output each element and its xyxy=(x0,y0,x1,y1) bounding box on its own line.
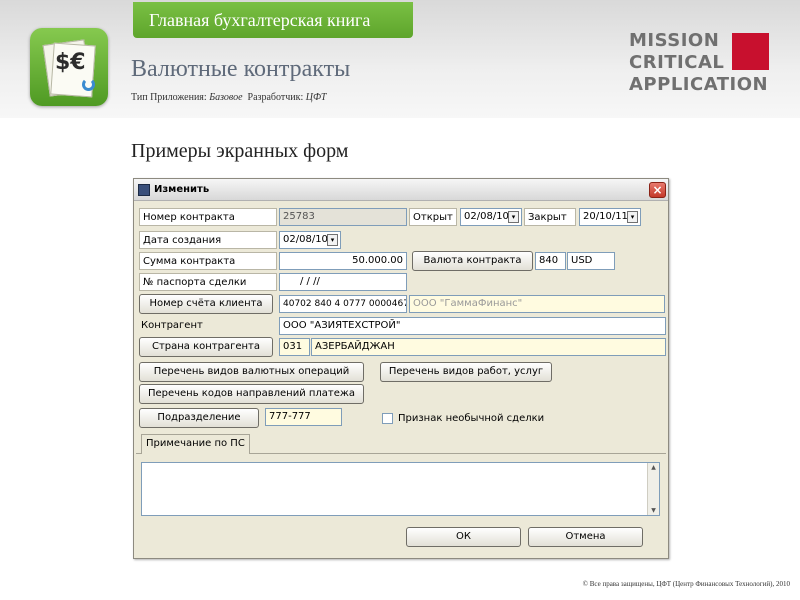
meta-dev-label: Разработчик: xyxy=(247,92,304,103)
counterparty-country-button[interactable]: Страна контрагента xyxy=(139,337,273,357)
section-title: Примеры экранных форм xyxy=(131,140,349,162)
division-button[interactable]: Подразделение xyxy=(139,408,259,428)
dropdown-arrow-icon[interactable]: ▾ xyxy=(508,211,519,223)
scroll-up-icon[interactable]: ▲ xyxy=(649,464,658,471)
created-date-label: Дата создания xyxy=(139,231,277,249)
app-meta: Тип Приложения: Базовое Разработчик: ЦФТ xyxy=(131,92,326,103)
dropdown-arrow-icon[interactable]: ▾ xyxy=(627,211,638,223)
counterparty-label: Контрагент xyxy=(141,320,203,331)
brand-logo-icon xyxy=(732,33,769,70)
contract-number-label: Номер контракта xyxy=(139,208,277,226)
contract-number-field[interactable]: 25783 xyxy=(279,208,407,226)
ok-button[interactable]: ОК xyxy=(406,527,521,547)
edit-dialog: Изменить × Номер контракта 25783 Открыт … xyxy=(133,178,669,559)
works-services-button[interactable]: Перечень видов работ, услуг xyxy=(380,362,552,382)
section-banner: Главная бухгалтерская книга xyxy=(133,2,413,38)
window-icon xyxy=(138,184,150,196)
closed-label: Закрыт xyxy=(524,208,576,226)
created-date-value: 02/08/10 xyxy=(283,234,328,245)
mca-line-3: APPLICATION xyxy=(629,74,769,95)
currency-symbols: $€ xyxy=(55,50,86,75)
dropdown-arrow-icon[interactable]: ▾ xyxy=(327,234,338,246)
country-name-field[interactable]: АЗЕРБАЙДЖАН xyxy=(311,338,666,356)
counterparty-field[interactable]: ООО "АЗИЯТЕХСТРОЙ" xyxy=(279,317,666,335)
country-code-field[interactable]: 031 xyxy=(279,338,310,356)
account-owner-field[interactable]: ООО "ГаммаФинанс" xyxy=(409,295,665,313)
refresh-icon xyxy=(82,78,95,91)
app-title: Валютные контракты xyxy=(131,56,351,82)
meta-type-value: Базовое xyxy=(209,92,243,103)
amount-field[interactable]: 50.000.00 xyxy=(279,252,407,270)
currency-operations-button[interactable]: Перечень видов валютных операций xyxy=(139,362,364,382)
currency-button[interactable]: Валюта контракта xyxy=(412,251,533,271)
meta-dev-value: ЦФТ xyxy=(305,92,327,103)
scroll-down-icon[interactable]: ▼ xyxy=(649,507,658,514)
tab-notes[interactable]: Примечание по ПС xyxy=(141,434,250,454)
passport-label: № паспорта сделки xyxy=(139,273,277,291)
passport-field[interactable]: / / // xyxy=(279,273,407,291)
amount-label: Сумма контракта xyxy=(139,252,277,270)
close-button[interactable]: × xyxy=(649,182,666,198)
payment-directions-button[interactable]: Перечень кодов направлений платежа xyxy=(139,384,364,404)
opened-date-field[interactable]: 02/08/10 ▾ xyxy=(460,208,522,226)
notes-textarea[interactable]: ▲ ▼ xyxy=(141,462,660,516)
closed-date-field[interactable]: 20/10/11 ▾ xyxy=(579,208,641,226)
dialog-titlebar[interactable]: Изменить × xyxy=(134,179,668,201)
client-account-field[interactable]: 40702 840 4 0777 0000467 xyxy=(279,295,407,313)
unusual-deal-checkbox[interactable] xyxy=(382,413,393,424)
currency-code-field[interactable]: 840 xyxy=(535,252,566,270)
created-date-field[interactable]: 02/08/10 ▾ xyxy=(279,231,341,249)
notes-scrollbar[interactable]: ▲ ▼ xyxy=(647,463,659,515)
division-field[interactable]: 777-777 xyxy=(265,408,342,426)
meta-type-label: Тип Приложения: xyxy=(131,92,207,103)
cancel-button[interactable]: Отмена xyxy=(528,527,643,547)
currency-name-field[interactable]: USD xyxy=(567,252,615,270)
unusual-deal-label: Признак необычной сделки xyxy=(398,413,545,424)
dialog-title: Изменить xyxy=(154,184,210,195)
opened-label: Открыт xyxy=(409,208,457,226)
client-account-button[interactable]: Номер счёта клиента xyxy=(139,294,273,314)
closed-date-value: 20/10/11 xyxy=(583,211,628,222)
copyright-footer: © Все права защищены, ЦФТ (Центр Финансо… xyxy=(582,580,790,588)
opened-date-value: 02/08/10 xyxy=(464,211,509,222)
app-currency-icon: $€ xyxy=(30,28,108,106)
